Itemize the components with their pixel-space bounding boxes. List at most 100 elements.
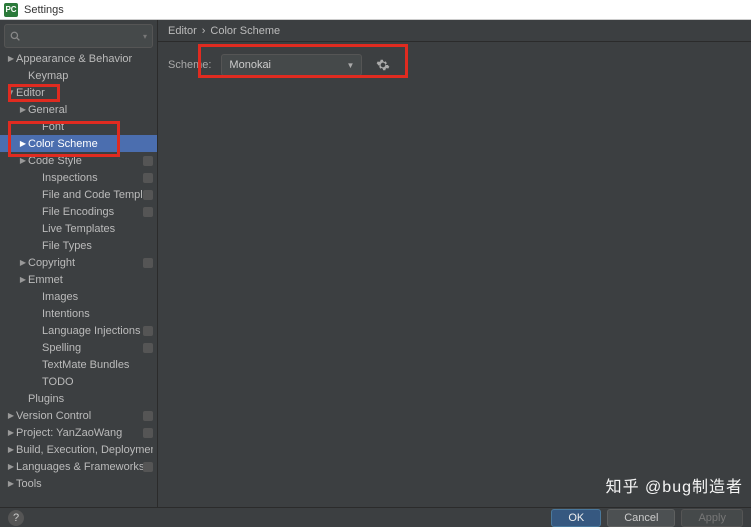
main: ▾ ▶Appearance & BehaviorKeymap▼Editor▶Ge… (0, 20, 751, 507)
tree-item-copyright[interactable]: ▶Copyright (0, 254, 157, 271)
expand-arrow-icon: ▶ (6, 54, 16, 63)
project-scope-icon (143, 190, 153, 200)
project-scope-icon (143, 462, 153, 472)
tree-item-label: TODO (42, 376, 153, 388)
expand-arrow-icon: ▼ (6, 88, 16, 97)
tree-item-label: Languages & Frameworks (16, 461, 143, 473)
tree-item-label: Intentions (42, 308, 153, 320)
footer-buttons: OK Cancel Apply (551, 509, 743, 527)
expand-arrow-icon: ▶ (18, 105, 28, 114)
tree-item-label: Copyright (28, 257, 143, 269)
tree-item-label: Images (42, 291, 153, 303)
apply-button[interactable]: Apply (681, 509, 743, 527)
tree-item-plugins[interactable]: Plugins (0, 390, 157, 407)
project-scope-icon (143, 258, 153, 268)
tree-item-code-style[interactable]: ▶Code Style (0, 152, 157, 169)
project-scope-icon (143, 343, 153, 353)
tree-item-label: Editor (16, 87, 153, 99)
scheme-gear-button[interactable] (372, 54, 394, 76)
expand-arrow-icon: ▶ (6, 445, 16, 454)
tree-item-emmet[interactable]: ▶Emmet (0, 271, 157, 288)
tree-item-label: File and Code Templates (42, 189, 143, 201)
scheme-row: Scheme: Monokai ▼ (158, 42, 751, 76)
tree-item-file-and-code-templates[interactable]: File and Code Templates (0, 186, 157, 203)
tree-item-live-templates[interactable]: Live Templates (0, 220, 157, 237)
gear-icon (376, 58, 390, 72)
watermark: 知乎 @bug制造者 (606, 473, 743, 497)
cancel-button[interactable]: Cancel (607, 509, 675, 527)
tree-item-tools[interactable]: ▶Tools (0, 475, 157, 492)
window-title: Settings (24, 4, 64, 16)
tree-item-label: Plugins (28, 393, 153, 405)
tree-item-build-execution-deployment[interactable]: ▶Build, Execution, Deployment (0, 441, 157, 458)
tree-item-keymap[interactable]: Keymap (0, 67, 157, 84)
tree-item-label: Font (42, 121, 153, 133)
tree-item-general[interactable]: ▶General (0, 101, 157, 118)
tree-item-label: Inspections (42, 172, 143, 184)
breadcrumb-a: Editor (168, 25, 197, 37)
scheme-label: Scheme: (168, 59, 211, 71)
tree-item-languages-frameworks[interactable]: ▶Languages & Frameworks (0, 458, 157, 475)
tree-item-label: Build, Execution, Deployment (16, 444, 153, 456)
expand-arrow-icon: ▶ (18, 156, 28, 165)
tree-item-label: Language Injections (42, 325, 143, 337)
tree-item-label: Tools (16, 478, 153, 490)
content-panel: Editor › Color Scheme Scheme: Monokai ▼ (158, 20, 751, 507)
expand-arrow-icon: ▶ (18, 139, 28, 148)
tree-item-label: Keymap (28, 70, 153, 82)
tree-item-font[interactable]: Font (0, 118, 157, 135)
sidebar: ▾ ▶Appearance & BehaviorKeymap▼Editor▶Ge… (0, 20, 158, 507)
titlebar: PC Settings (0, 0, 751, 20)
tree-item-intentions[interactable]: Intentions (0, 305, 157, 322)
tree-item-file-encodings[interactable]: File Encodings (0, 203, 157, 220)
scheme-select[interactable]: Monokai ▼ (221, 54, 362, 76)
tree-item-label: File Types (42, 240, 153, 252)
breadcrumb: Editor › Color Scheme (158, 20, 751, 42)
search-icon (10, 31, 20, 41)
help-button[interactable]: ? (8, 510, 24, 526)
chevron-down-icon: ▾ (143, 32, 147, 41)
project-scope-icon (143, 428, 153, 438)
tree-item-label: General (28, 104, 153, 116)
tree-item-label: Code Style (28, 155, 143, 167)
search-input[interactable]: ▾ (4, 24, 153, 48)
scheme-value: Monokai (229, 59, 271, 71)
tree-item-label: File Encodings (42, 206, 143, 218)
tree-item-label: TextMate Bundles (42, 359, 153, 371)
tree-item-appearance-behavior[interactable]: ▶Appearance & Behavior (0, 50, 157, 67)
app-icon: PC (4, 3, 18, 17)
tree-item-label: Project: YanZaoWang (16, 427, 143, 439)
project-scope-icon (143, 173, 153, 183)
footer: ? OK Cancel Apply (0, 507, 751, 527)
ok-button[interactable]: OK (551, 509, 601, 527)
tree-item-images[interactable]: Images (0, 288, 157, 305)
tree-item-editor[interactable]: ▼Editor (0, 84, 157, 101)
chevron-down-icon: ▼ (347, 61, 355, 70)
expand-arrow-icon: ▶ (18, 258, 28, 267)
tree-item-todo[interactable]: TODO (0, 373, 157, 390)
settings-tree: ▶Appearance & BehaviorKeymap▼Editor▶Gene… (0, 50, 157, 507)
tree-item-file-types[interactable]: File Types (0, 237, 157, 254)
project-scope-icon (143, 411, 153, 421)
expand-arrow-icon: ▶ (18, 275, 28, 284)
project-scope-icon (143, 207, 153, 217)
breadcrumb-sep: › (202, 25, 206, 37)
breadcrumb-b: Color Scheme (210, 25, 280, 37)
project-scope-icon (143, 326, 153, 336)
expand-arrow-icon: ▶ (6, 428, 16, 437)
tree-item-inspections[interactable]: Inspections (0, 169, 157, 186)
tree-item-label: Color Scheme (28, 138, 153, 150)
tree-item-label: Emmet (28, 274, 153, 286)
tree-item-project-yanzaowang[interactable]: ▶Project: YanZaoWang (0, 424, 157, 441)
expand-arrow-icon: ▶ (6, 479, 16, 488)
tree-item-color-scheme[interactable]: ▶Color Scheme (0, 135, 157, 152)
expand-arrow-icon: ▶ (6, 462, 16, 471)
tree-item-label: Live Templates (42, 223, 153, 235)
tree-item-version-control[interactable]: ▶Version Control (0, 407, 157, 424)
tree-item-language-injections[interactable]: Language Injections (0, 322, 157, 339)
tree-item-textmate-bundles[interactable]: TextMate Bundles (0, 356, 157, 373)
expand-arrow-icon: ▶ (6, 411, 16, 420)
project-scope-icon (143, 156, 153, 166)
tree-item-label: Version Control (16, 410, 143, 422)
tree-item-spelling[interactable]: Spelling (0, 339, 157, 356)
